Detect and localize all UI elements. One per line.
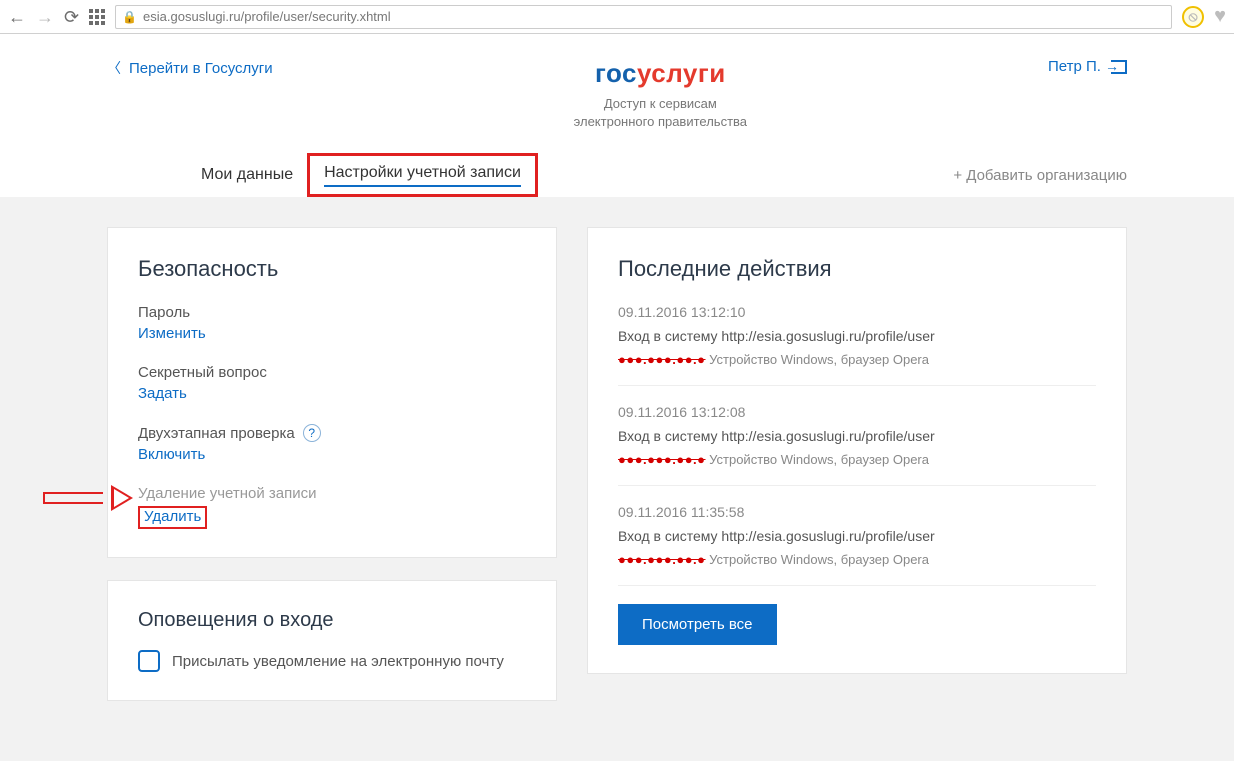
activity-item: 09.11.2016 13:12:08 Вход в систему http:…: [618, 386, 1096, 486]
heart-icon[interactable]: ♥: [1214, 5, 1226, 28]
delete-account-link[interactable]: Удалить: [138, 506, 207, 529]
brand-block: госуслуги Доступ к сервисам электронного…: [574, 58, 747, 131]
lock-icon: 🔒: [122, 10, 137, 24]
activity-time: 09.11.2016 13:12:10: [618, 304, 1096, 320]
tab-my-data[interactable]: Мои данные: [187, 156, 307, 194]
logout-icon[interactable]: [1111, 60, 1127, 74]
delete-label: Удаление учетной записи: [138, 485, 526, 502]
user-menu[interactable]: Петр П.: [1048, 58, 1127, 75]
activity-meta: ●●●.●●●.●●.● Устройство Windows, браузер…: [618, 352, 1096, 367]
email-notification-row: Присылать уведомление на электронную поч…: [138, 650, 526, 672]
browser-toolbar: ← → ⟳ 🔒 esia.gosuslugi.ru/profile/user/s…: [0, 0, 1234, 34]
activity-item: 09.11.2016 11:35:58 Вход в систему http:…: [618, 486, 1096, 586]
annotation-arrow: [43, 485, 133, 511]
login-notifications-panel: Оповещения о входе Присылать уведомление…: [107, 580, 557, 701]
activity-time: 09.11.2016 11:35:58: [618, 504, 1096, 520]
activity-desc: Вход в систему http://esia.gosuslugi.ru/…: [618, 528, 1096, 544]
security-password: Пароль Изменить: [138, 304, 526, 342]
email-notification-label: Присылать уведомление на электронную поч…: [172, 653, 504, 670]
view-all-button[interactable]: Посмотреть все: [618, 604, 777, 645]
twofa-label: Двухэтапная проверка: [138, 425, 295, 442]
activity-time: 09.11.2016 13:12:08: [618, 404, 1096, 420]
recent-activity-panel: Последние действия 09.11.2016 13:12:10 В…: [587, 227, 1127, 674]
activity-item: 09.11.2016 13:12:10 Вход в систему http:…: [618, 304, 1096, 386]
security-secret-question: Секретный вопрос Задать: [138, 364, 526, 402]
reload-icon[interactable]: ⟳: [64, 8, 79, 26]
secret-label: Секретный вопрос: [138, 364, 526, 381]
address-bar[interactable]: 🔒 esia.gosuslugi.ru/profile/user/securit…: [115, 5, 1172, 29]
url-text: esia.gosuslugi.ru/profile/user/security.…: [143, 9, 391, 24]
activity-meta: ●●●.●●●.●●.● Устройство Windows, браузер…: [618, 452, 1096, 467]
security-panel: Безопасность Пароль Изменить Секретный в…: [107, 227, 557, 558]
block-icon[interactable]: ⦸: [1182, 6, 1204, 28]
notifications-title: Оповещения о входе: [138, 609, 526, 632]
email-notification-checkbox[interactable]: [138, 650, 160, 672]
brand-logo: госуслуги: [574, 58, 747, 89]
activity-title: Последние действия: [618, 256, 1096, 282]
password-change-link[interactable]: Изменить: [138, 325, 206, 342]
forward-icon: →: [36, 8, 54, 26]
apps-grid-icon[interactable]: [89, 9, 105, 25]
back-to-services-link[interactable]: 〈 Перейти в Госуслуги: [107, 58, 273, 78]
back-icon[interactable]: ←: [8, 8, 26, 26]
back-link-label: Перейти в Госуслуги: [129, 60, 273, 77]
password-label: Пароль: [138, 304, 526, 321]
activity-desc: Вход в систему http://esia.gosuslugi.ru/…: [618, 328, 1096, 344]
security-title: Безопасность: [138, 256, 526, 282]
security-two-factor: Двухэтапная проверка ? Включить: [138, 424, 526, 463]
tab-account-settings[interactable]: Настройки учетной записи: [307, 153, 538, 197]
tabs-row: Мои данные Настройки учетной записи Доба…: [107, 153, 1127, 197]
twofa-enable-link[interactable]: Включить: [138, 446, 205, 463]
tab-add-organization[interactable]: Добавить организацию: [953, 167, 1127, 184]
activity-meta: ●●●.●●●.●●.● Устройство Windows, браузер…: [618, 552, 1096, 567]
brand-subtitle: Доступ к сервисам электронного правитель…: [574, 95, 747, 131]
user-name: Петр П.: [1048, 58, 1101, 75]
secret-set-link[interactable]: Задать: [138, 385, 187, 402]
activity-desc: Вход в систему http://esia.gosuslugi.ru/…: [618, 428, 1096, 444]
security-delete-account: Удаление учетной записи Удалить: [138, 485, 526, 529]
help-icon[interactable]: ?: [303, 424, 321, 442]
chevron-left-icon: 〈: [107, 58, 121, 78]
